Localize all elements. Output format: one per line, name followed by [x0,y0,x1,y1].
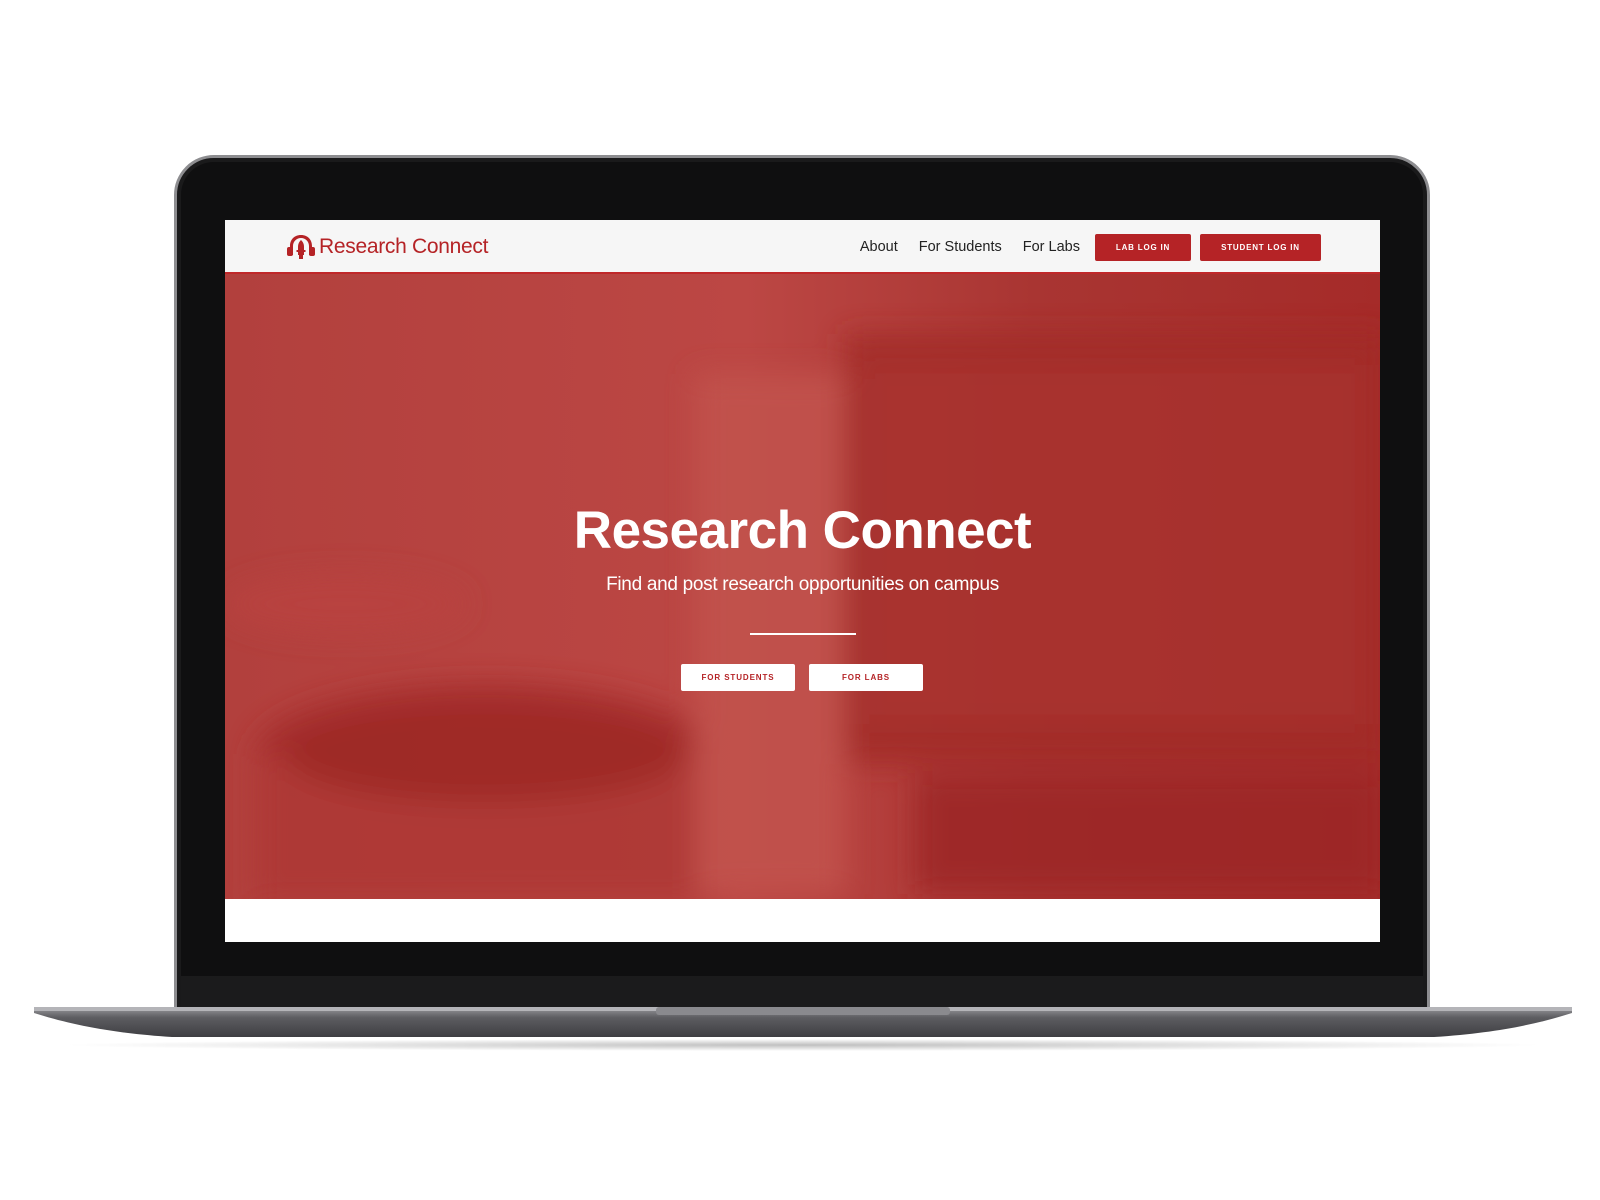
navbar: Research Connect About For Students For … [225,220,1380,274]
for-students-button[interactable]: FOR STUDENTS [681,664,795,691]
nav-link-about[interactable]: About [860,239,898,255]
page-below-hero [225,899,1380,942]
laptop-screen: Research Connect About For Students For … [225,220,1380,942]
brand-link[interactable]: Research Connect [287,232,488,262]
brand-name: Research Connect [319,235,489,258]
nav-link-for-students[interactable]: For Students [919,239,1002,255]
nav-link-for-labs[interactable]: For Labs [1023,239,1080,255]
lab-login-button[interactable]: LAB LOG IN [1095,234,1191,261]
research-connect-logo-icon [287,235,315,259]
hero-divider [750,633,856,635]
nav-links: About For Students For Labs [860,220,1080,274]
hero-section: Research Connect Find and post research … [225,274,1380,899]
hero-subtitle: Find and post research opportunities on … [606,574,999,595]
for-labs-button[interactable]: FOR LABS [809,664,923,691]
hero-title: Research Connect [573,501,1032,560]
laptop-base [34,1007,1572,1051]
student-login-button[interactable]: STUDENT LOG IN [1200,234,1321,261]
hero-content: Research Connect Find and post research … [225,274,1380,899]
mockup-stage: Research Connect About For Students For … [0,0,1600,1200]
